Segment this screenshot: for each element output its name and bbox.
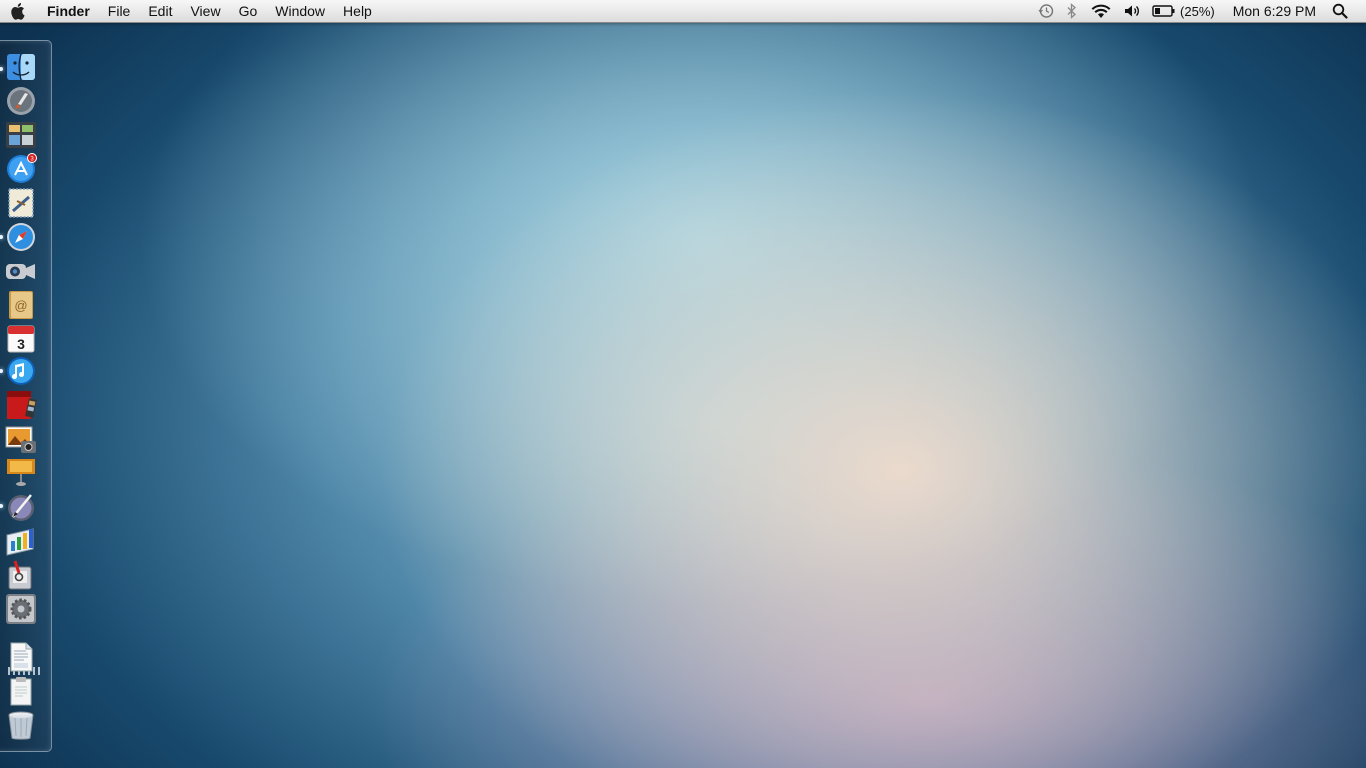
battery-percentage: (25%) bbox=[1180, 3, 1215, 19]
trash-icon bbox=[8, 711, 34, 740]
contacts-icon: @ bbox=[9, 291, 33, 319]
menu-app-finder[interactable]: Finder bbox=[38, 0, 99, 22]
dock-item-mission-control[interactable] bbox=[5, 119, 37, 151]
aperture-pen-icon bbox=[8, 494, 34, 521]
mission-control-icon bbox=[6, 122, 36, 148]
menu-bar-status-area: (25%) Mon 6:29 PM bbox=[1032, 0, 1366, 22]
dock-item-preview[interactable] bbox=[5, 559, 37, 591]
dock-item-pages-document[interactable] bbox=[5, 641, 37, 673]
finder-icon bbox=[7, 53, 35, 81]
menu-bar-clock[interactable]: Mon 6:29 PM bbox=[1233, 3, 1316, 19]
dock-item-facetime[interactable] bbox=[5, 255, 37, 287]
menu-help[interactable]: Help bbox=[334, 0, 381, 22]
itunes-icon bbox=[7, 357, 35, 385]
menu-edit[interactable]: Edit bbox=[139, 0, 181, 22]
safari-running-indicator bbox=[0, 235, 3, 239]
dock-item-numbers[interactable] bbox=[5, 525, 37, 557]
aperture-running-indicator bbox=[0, 504, 3, 508]
dock-item-itunes[interactable] bbox=[5, 355, 37, 387]
app-store-icon: 3 bbox=[7, 153, 37, 183]
dock-item-system-preferences[interactable] bbox=[5, 593, 37, 625]
dock-item-contacts[interactable]: @ bbox=[5, 289, 37, 321]
dock-item-safari[interactable] bbox=[5, 221, 37, 253]
menu-bar-left: Finder File Edit View Go Window Help bbox=[0, 0, 381, 22]
document-icon bbox=[10, 677, 32, 706]
dock-item-aperture[interactable] bbox=[5, 491, 37, 523]
keynote-icon bbox=[7, 459, 35, 486]
bluetooth-icon[interactable] bbox=[1066, 0, 1078, 22]
finder-running-indicator bbox=[0, 67, 3, 71]
menu-window[interactable]: Window bbox=[266, 0, 334, 22]
calendar-date: 3 bbox=[17, 336, 25, 352]
system-preferences-icon bbox=[6, 594, 36, 624]
dock-item-launchpad[interactable] bbox=[5, 85, 37, 117]
menu-bar: Finder File Edit View Go Window Help (25… bbox=[0, 0, 1366, 23]
menu-file[interactable]: File bbox=[99, 0, 140, 22]
dock-item-finder[interactable] bbox=[5, 51, 37, 83]
itunes-running-indicator bbox=[0, 369, 3, 373]
mail-icon bbox=[8, 188, 34, 218]
apple-menu-icon[interactable] bbox=[0, 0, 38, 22]
calendar-icon: 3 bbox=[7, 325, 35, 353]
preview-icon bbox=[8, 560, 32, 590]
menu-go[interactable]: Go bbox=[230, 0, 267, 22]
numbers-icon bbox=[6, 528, 34, 556]
dock-item-keynote[interactable] bbox=[5, 457, 37, 489]
dock: 3 @ 3 bbox=[0, 40, 52, 752]
safari-icon bbox=[7, 223, 35, 251]
photo-booth-icon bbox=[7, 391, 37, 419]
dock-item-trash[interactable] bbox=[5, 709, 37, 741]
dock-item-iphoto[interactable] bbox=[5, 423, 37, 455]
dock-item-document[interactable] bbox=[5, 675, 37, 707]
battery-icon[interactable]: (25%) bbox=[1152, 0, 1221, 22]
iphoto-icon bbox=[5, 426, 36, 453]
spotlight-search-icon[interactable] bbox=[1332, 0, 1348, 22]
facetime-icon bbox=[6, 264, 35, 279]
launchpad-icon bbox=[7, 87, 35, 115]
menu-view[interactable]: View bbox=[181, 0, 229, 22]
dock-item-calendar[interactable]: 3 bbox=[5, 323, 37, 355]
time-machine-icon[interactable] bbox=[1038, 0, 1054, 22]
pages-doc-icon bbox=[10, 642, 33, 672]
svg-text:@: @ bbox=[14, 298, 27, 313]
dock-item-photo-booth[interactable] bbox=[5, 389, 37, 421]
dock-item-mail[interactable] bbox=[5, 187, 37, 219]
wifi-icon[interactable] bbox=[1090, 0, 1112, 22]
volume-icon[interactable] bbox=[1124, 0, 1140, 22]
dock-item-app-store[interactable]: 3 bbox=[5, 153, 37, 185]
